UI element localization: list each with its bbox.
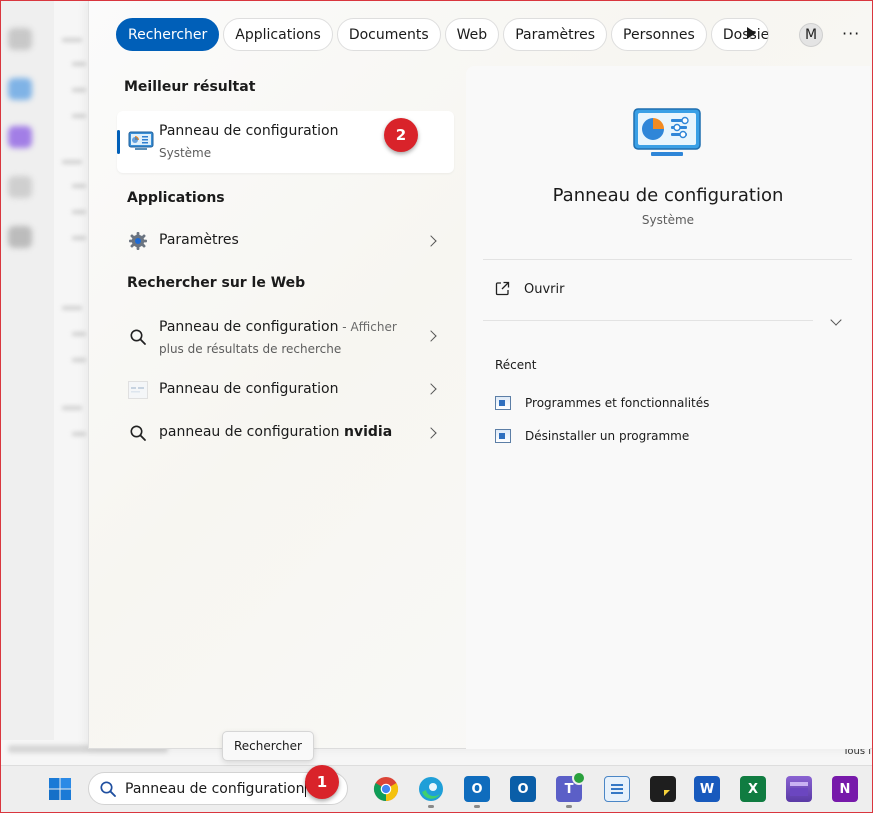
background-app-icon	[8, 126, 32, 148]
recent-item-label: Désinstaller un programme	[525, 429, 690, 443]
background-text-line	[72, 210, 86, 214]
open-action[interactable]: Ouvrir	[524, 282, 564, 297]
program-window-icon	[495, 396, 511, 410]
control-panel-large-icon	[633, 107, 701, 163]
divider	[483, 320, 813, 321]
tab-applications[interactable]: Applications	[223, 18, 333, 51]
status-check-icon	[572, 771, 586, 785]
step-badge-1: 1	[305, 765, 339, 799]
selection-indicator	[117, 130, 120, 154]
search-filter-tabs: Rechercher Applications Documents Web Pa…	[116, 18, 769, 51]
tab-rechercher[interactable]: Rechercher	[116, 18, 220, 51]
recent-item[interactable]: Programmes et fonctionnalités	[495, 396, 709, 410]
background-text-line	[62, 160, 82, 164]
outlook-icon[interactable]: O	[464, 776, 490, 802]
divider	[483, 259, 852, 260]
web-result-item[interactable]: panneau de configuration nvidia	[117, 418, 454, 448]
web-result-label: panneau de configuration nvidia	[159, 424, 392, 440]
search-icon	[99, 780, 117, 802]
play-arrow-icon[interactable]	[747, 27, 756, 39]
background-text-line	[72, 332, 86, 336]
sticky-notes-icon[interactable]	[650, 776, 676, 802]
recent-item-label: Programmes et fonctionnalités	[525, 396, 710, 410]
running-indicator	[566, 805, 572, 808]
web-result-item[interactable]: Panneau de configuration - Afficher plus…	[117, 314, 454, 358]
tab-web[interactable]: Web	[444, 18, 500, 51]
background-app-icon	[8, 176, 32, 198]
best-result-subtitle: Système	[159, 146, 212, 160]
chevron-right-icon	[425, 235, 437, 247]
recent-heading: Récent	[495, 358, 537, 372]
settings-gear-icon	[127, 230, 149, 252]
chevron-right-icon	[425, 427, 437, 439]
program-window-icon	[495, 429, 511, 443]
running-indicator	[428, 805, 434, 808]
windows-start-icon[interactable]	[48, 777, 72, 805]
background-text-line	[72, 432, 86, 436]
step-badge-2: 2	[384, 118, 418, 152]
background-app-icon	[8, 226, 32, 248]
open-external-icon	[495, 281, 510, 300]
result-item-parametres[interactable]: Paramètres	[117, 226, 454, 256]
edge-browser-icon[interactable]	[418, 776, 444, 802]
onenote-icon[interactable]: N	[832, 776, 858, 802]
web-result-hint: - Afficher	[338, 320, 397, 334]
chevron-right-icon	[425, 330, 437, 342]
tab-personnes[interactable]: Personnes	[611, 18, 707, 51]
control-panel-icon	[128, 130, 154, 152]
chevron-right-icon	[425, 383, 437, 395]
running-indicator	[474, 805, 480, 808]
applications-heading: Applications	[127, 190, 225, 206]
search-input-value: Panneau de configuration	[125, 780, 305, 797]
background-text-line	[72, 62, 86, 66]
webpage-favicon-icon	[127, 379, 149, 401]
web-search-heading: Rechercher sur le Web	[127, 275, 306, 291]
excel-icon[interactable]: X	[740, 776, 766, 802]
background-app-icon	[8, 78, 32, 100]
web-result-sub: plus de résultats de recherche	[159, 342, 342, 356]
result-label: Paramètres	[159, 232, 239, 248]
outlook-new-icon[interactable]: O	[510, 776, 536, 802]
notepad-icon[interactable]	[604, 776, 630, 802]
background-text-line	[72, 184, 86, 188]
tab-parametres[interactable]: Paramètres	[503, 18, 608, 51]
web-result-bold: nvidia	[344, 424, 393, 440]
web-result-label: Panneau de configuration - Afficher	[159, 319, 397, 335]
web-result-title: panneau de configuration	[159, 424, 344, 440]
search-icon	[127, 422, 149, 444]
preview-subtitle: Système	[641, 213, 695, 227]
user-avatar[interactable]: M	[799, 23, 823, 47]
recent-item[interactable]: Désinstaller un programme	[495, 429, 689, 443]
search-tooltip: Rechercher	[222, 731, 314, 761]
background-text-line	[62, 306, 82, 310]
tab-documents[interactable]: Documents	[336, 18, 441, 51]
background-text-line	[72, 88, 86, 92]
tab-dossiers[interactable]: Dossiers	[710, 18, 769, 51]
preview-title: Panneau de configuration	[552, 185, 784, 206]
word-icon[interactable]: W	[694, 776, 720, 802]
best-result-title: Panneau de configuration	[159, 123, 339, 139]
background-sidebar	[0, 0, 54, 740]
background-text-line	[62, 406, 82, 410]
web-result-title: Panneau de configuration	[159, 381, 339, 397]
web-result-item[interactable]: Panneau de configuration	[117, 375, 454, 405]
search-icon	[127, 326, 149, 348]
chrome-icon[interactable]	[373, 776, 399, 802]
best-result-heading: Meilleur résultat	[124, 79, 256, 95]
background-text-line	[62, 38, 82, 42]
background-text-line	[72, 358, 86, 362]
background-text-line	[72, 114, 86, 118]
search-input[interactable]: Panneau de configuration	[125, 780, 307, 797]
background-app-icon	[8, 28, 32, 50]
background-text-line	[72, 236, 86, 240]
web-result-title: Panneau de configuration	[159, 319, 339, 335]
clipchamp-icon[interactable]	[786, 776, 812, 802]
more-options-icon[interactable]: ···	[842, 24, 860, 43]
